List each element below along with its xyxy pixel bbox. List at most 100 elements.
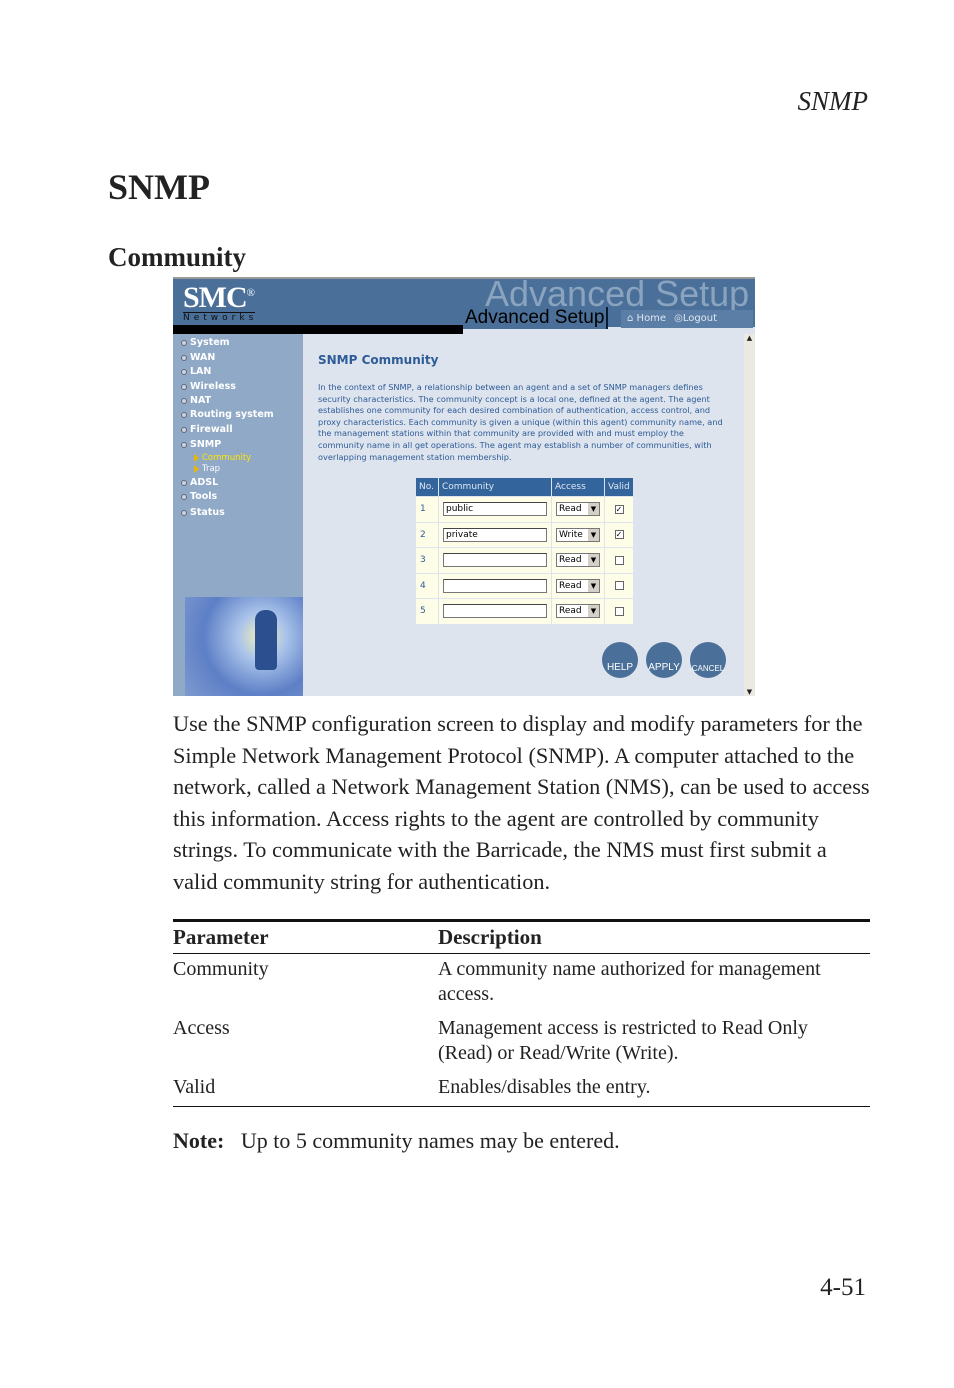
chevron-down-icon: ▼: [588, 579, 599, 592]
nav-routing[interactable]: Routing system: [181, 409, 274, 420]
valid-checkbox[interactable]: ✓: [614, 504, 624, 514]
valid-checkbox[interactable]: [614, 581, 624, 591]
scroll-up-icon[interactable]: ▲: [744, 334, 755, 342]
bullet-icon: [181, 479, 187, 486]
running-head: SNMP: [797, 86, 869, 116]
body-paragraph: Use the SNMP configuration screen to dis…: [173, 711, 870, 894]
row-number: 2: [415, 521, 439, 548]
nav-tools[interactable]: Tools: [181, 491, 217, 502]
community-input[interactable]: [443, 578, 547, 593]
subnav-community[interactable]: Community: [194, 453, 251, 463]
community-input[interactable]: [443, 553, 547, 568]
param-name: Community: [173, 958, 269, 980]
row-number: 5: [415, 598, 439, 625]
nav-snmp[interactable]: SNMP: [181, 439, 221, 450]
banner-title: Advanced Setup: [463, 307, 609, 329]
access-select[interactable]: Read ▼: [556, 578, 600, 593]
community-row: 4 Read ▼: [415, 572, 634, 599]
arrow-icon: [194, 465, 199, 473]
chevron-down-icon: ▼: [588, 528, 599, 541]
scrollbar[interactable]: ▲ ▼: [744, 334, 755, 696]
chevron-down-icon: ▼: [588, 605, 599, 618]
home-link[interactable]: ⌂ Home: [627, 313, 666, 325]
param-desc: Enables/disables the entry.: [438, 1076, 651, 1098]
bullet-icon: [181, 397, 187, 404]
scroll-down-icon[interactable]: ▼: [744, 688, 755, 696]
technician-photo: [185, 597, 303, 696]
nav-wireless[interactable]: Wireless: [181, 381, 236, 392]
access-value: Read: [559, 555, 582, 566]
bullet-icon: [181, 411, 187, 418]
access-select[interactable]: Read ▼: [556, 502, 600, 517]
row-number: 4: [415, 572, 439, 599]
logout-link[interactable]: ◎Logout: [674, 313, 717, 325]
nav-status[interactable]: Status: [181, 507, 225, 518]
nav-label: NAT: [190, 395, 212, 406]
bullet-icon: [181, 339, 187, 346]
access-select[interactable]: Read ▼: [556, 604, 600, 619]
apply-label: APPLY: [648, 662, 680, 673]
bullet-icon: [181, 354, 187, 361]
nav-label: System: [190, 337, 230, 348]
subnav-label: Community: [202, 453, 252, 463]
bullet-icon: [181, 493, 187, 500]
nav-lan[interactable]: LAN: [181, 366, 211, 377]
help-button[interactable]: HELP: [602, 642, 638, 678]
valid-checkbox[interactable]: [614, 555, 624, 565]
section-heading: SNMP: [108, 167, 210, 207]
community-input[interactable]: [443, 604, 547, 619]
bullet-icon: [181, 441, 187, 448]
community-input[interactable]: private: [443, 527, 547, 542]
access-select[interactable]: Read ▼: [556, 553, 600, 568]
logout-icon: ◎: [674, 313, 683, 324]
nav-label: WAN: [190, 352, 216, 363]
bullet-icon: [181, 383, 187, 390]
nav-wan[interactable]: WAN: [181, 352, 215, 363]
chevron-down-icon: ▼: [588, 503, 599, 516]
valid-checkbox[interactable]: [614, 606, 624, 616]
community-row: 5 Read ▼: [415, 598, 634, 625]
cancel-button[interactable]: CANCEL: [690, 642, 726, 678]
logo-subtext: Networks: [183, 312, 258, 323]
table-row: Community A community name authorized for…: [173, 954, 870, 1014]
arrow-icon: [194, 454, 199, 462]
header-description: Description: [438, 920, 870, 954]
access-value: Read: [559, 606, 582, 617]
param-name: Access: [173, 1017, 230, 1039]
subsection-heading: Community: [108, 242, 247, 272]
nav-label: Routing system: [190, 409, 274, 420]
community-input[interactable]: public: [443, 502, 547, 517]
nav-nat[interactable]: NAT: [181, 395, 211, 406]
apply-button[interactable]: APPLY: [646, 642, 682, 678]
logo-text: SMC: [183, 281, 248, 314]
nav-system[interactable]: System: [181, 337, 230, 348]
cancel-label: CANCEL: [691, 664, 725, 673]
nav-firewall[interactable]: Firewall: [181, 424, 233, 435]
bullet-icon: [181, 368, 187, 375]
community-row: 1 public Read ▼ ✓: [415, 496, 634, 523]
nav-label: SNMP: [190, 439, 222, 450]
valid-checkbox[interactable]: ✓: [614, 530, 624, 540]
nav-adsl[interactable]: ADSL: [181, 477, 218, 488]
bullet-icon: [181, 426, 187, 433]
table-row: Access Management access is restricted to…: [173, 1013, 870, 1072]
subnav-label: Trap: [202, 464, 221, 474]
logout-label: Logout: [682, 313, 718, 324]
content-title: SNMP Community: [318, 353, 439, 367]
chevron-down-icon: ▼: [588, 554, 599, 567]
header-parameter: Parameter: [173, 920, 438, 954]
note-label: Note:: [173, 1128, 225, 1153]
page-number: 4-51: [820, 1274, 866, 1301]
content-description: In the context of SNMP, a relationship b…: [318, 382, 723, 462]
access-value: Write: [559, 529, 583, 540]
home-icon: ⌂: [627, 313, 634, 324]
col-access: Access: [551, 477, 605, 497]
bullet-icon: [181, 509, 187, 516]
home-label: Home: [636, 313, 667, 324]
access-select[interactable]: Write ▼: [556, 527, 600, 542]
banner-bar: [173, 325, 463, 334]
community-row: 3 Read ▼: [415, 547, 634, 574]
param-desc: Management access is restricted to Read …: [438, 1017, 808, 1064]
col-community: Community: [438, 477, 552, 497]
subnav-trap[interactable]: Trap: [194, 464, 220, 474]
